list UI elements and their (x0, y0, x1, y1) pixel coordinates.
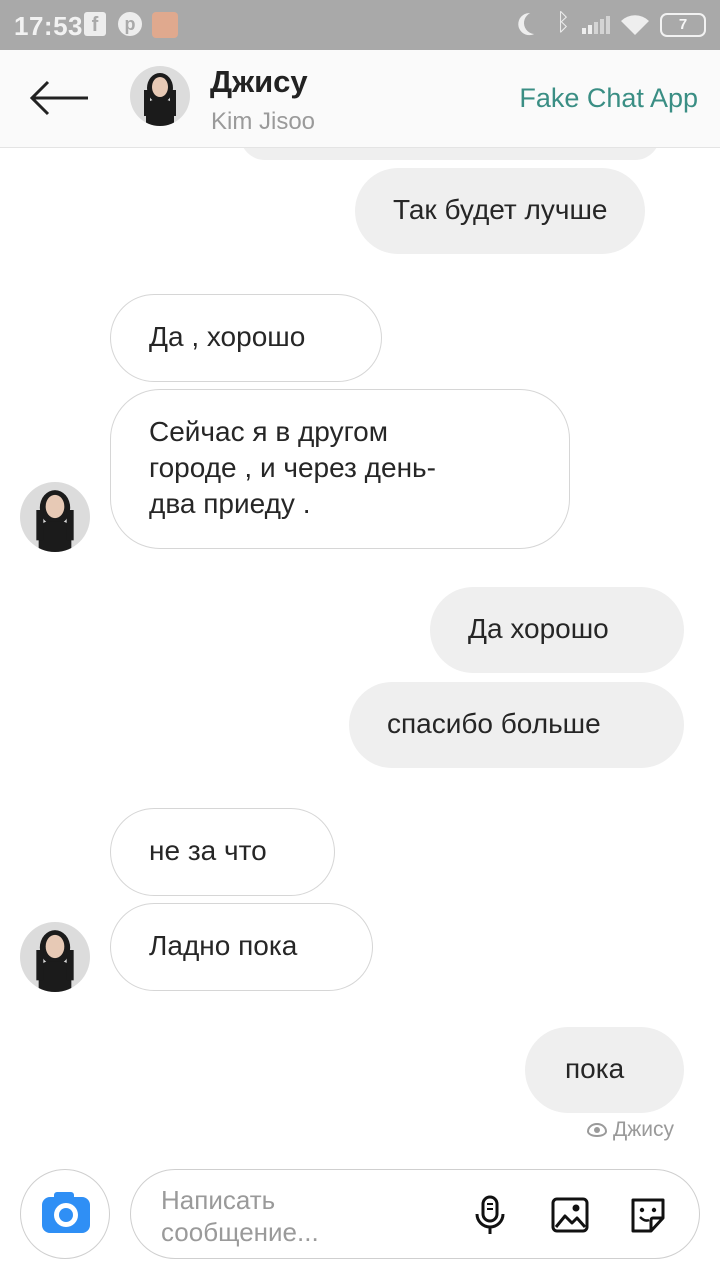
brand-label: Fake Chat App (519, 83, 698, 113)
message-text-line: Сейчас я в другом (149, 416, 388, 447)
message-bubble-outgoing[interactable]: Так будет лучше (355, 168, 646, 254)
message-input-placeholder[interactable]: Написать сообщение... (161, 1184, 361, 1248)
chat-header: Джису Kim Jisoo Fake Chat App (0, 50, 720, 148)
message-text: Ладно пока (149, 930, 298, 961)
camera-button[interactable] (20, 1169, 110, 1259)
message-input[interactable]: Написать сообщение... (130, 1169, 700, 1259)
message-bubble-outgoing[interactable]: Да хорошо (430, 587, 684, 673)
avatar[interactable] (20, 922, 90, 992)
message-list[interactable]: Так будет лучше Да , хорошо Сейчас я в д… (0, 148, 720, 1158)
seen-indicator: Джису (586, 1118, 674, 1142)
message-text: спасибо больше (387, 708, 601, 739)
message-text-line: городе , и через день- (149, 452, 436, 483)
facebook-icon: f (84, 12, 106, 36)
message-bubble-outgoing[interactable]: спасибо больше (349, 682, 684, 768)
message-text: пока (565, 1053, 625, 1084)
message-text: не за что (149, 835, 267, 866)
message-bubble-partial (240, 148, 660, 160)
message-text: Да , хорошо (149, 321, 306, 352)
image-icon[interactable] (549, 1194, 591, 1236)
message-composer: Написать сообщение... (0, 1158, 720, 1280)
app-icon (152, 12, 178, 38)
arrow-left-icon[interactable] (28, 78, 92, 118)
pinterest-icon: p (118, 12, 142, 36)
wifi-icon (621, 15, 649, 36)
message-bubble-incoming[interactable]: Ладно пока (110, 903, 373, 991)
contact-subtitle: Kim Jisoo (211, 108, 316, 135)
status-bar: 17:53 f p ᛒ 7 (0, 0, 720, 50)
message-text-line: два приеду . (149, 488, 311, 519)
message-bubble-outgoing[interactable]: пока (525, 1027, 684, 1113)
message-bubble-incoming[interactable]: Да , хорошо (110, 294, 382, 382)
contact-name: Джису (210, 64, 308, 99)
avatar[interactable] (20, 482, 90, 552)
bluetooth-icon: ᛒ (556, 9, 571, 36)
message-bubble-incoming[interactable]: Сейчас я в другом городе , и через день-… (110, 389, 570, 549)
message-text: Так будет лучше (393, 194, 608, 225)
message-bubble-incoming[interactable]: не за что (110, 808, 335, 896)
status-time: 17:53 (14, 11, 83, 41)
battery-level: 7 (678, 16, 688, 33)
sticker-icon[interactable] (627, 1194, 669, 1236)
battery-icon: 7 (660, 13, 706, 37)
message-text: Да хорошо (468, 613, 609, 644)
moon-icon (521, 9, 549, 37)
signal-icon (582, 16, 610, 34)
camera-lens-inner (59, 1208, 73, 1222)
eye-icon (586, 1123, 607, 1137)
avatar[interactable] (130, 66, 190, 126)
seen-label: Джису (612, 1118, 674, 1141)
microphone-icon[interactable] (469, 1194, 511, 1236)
